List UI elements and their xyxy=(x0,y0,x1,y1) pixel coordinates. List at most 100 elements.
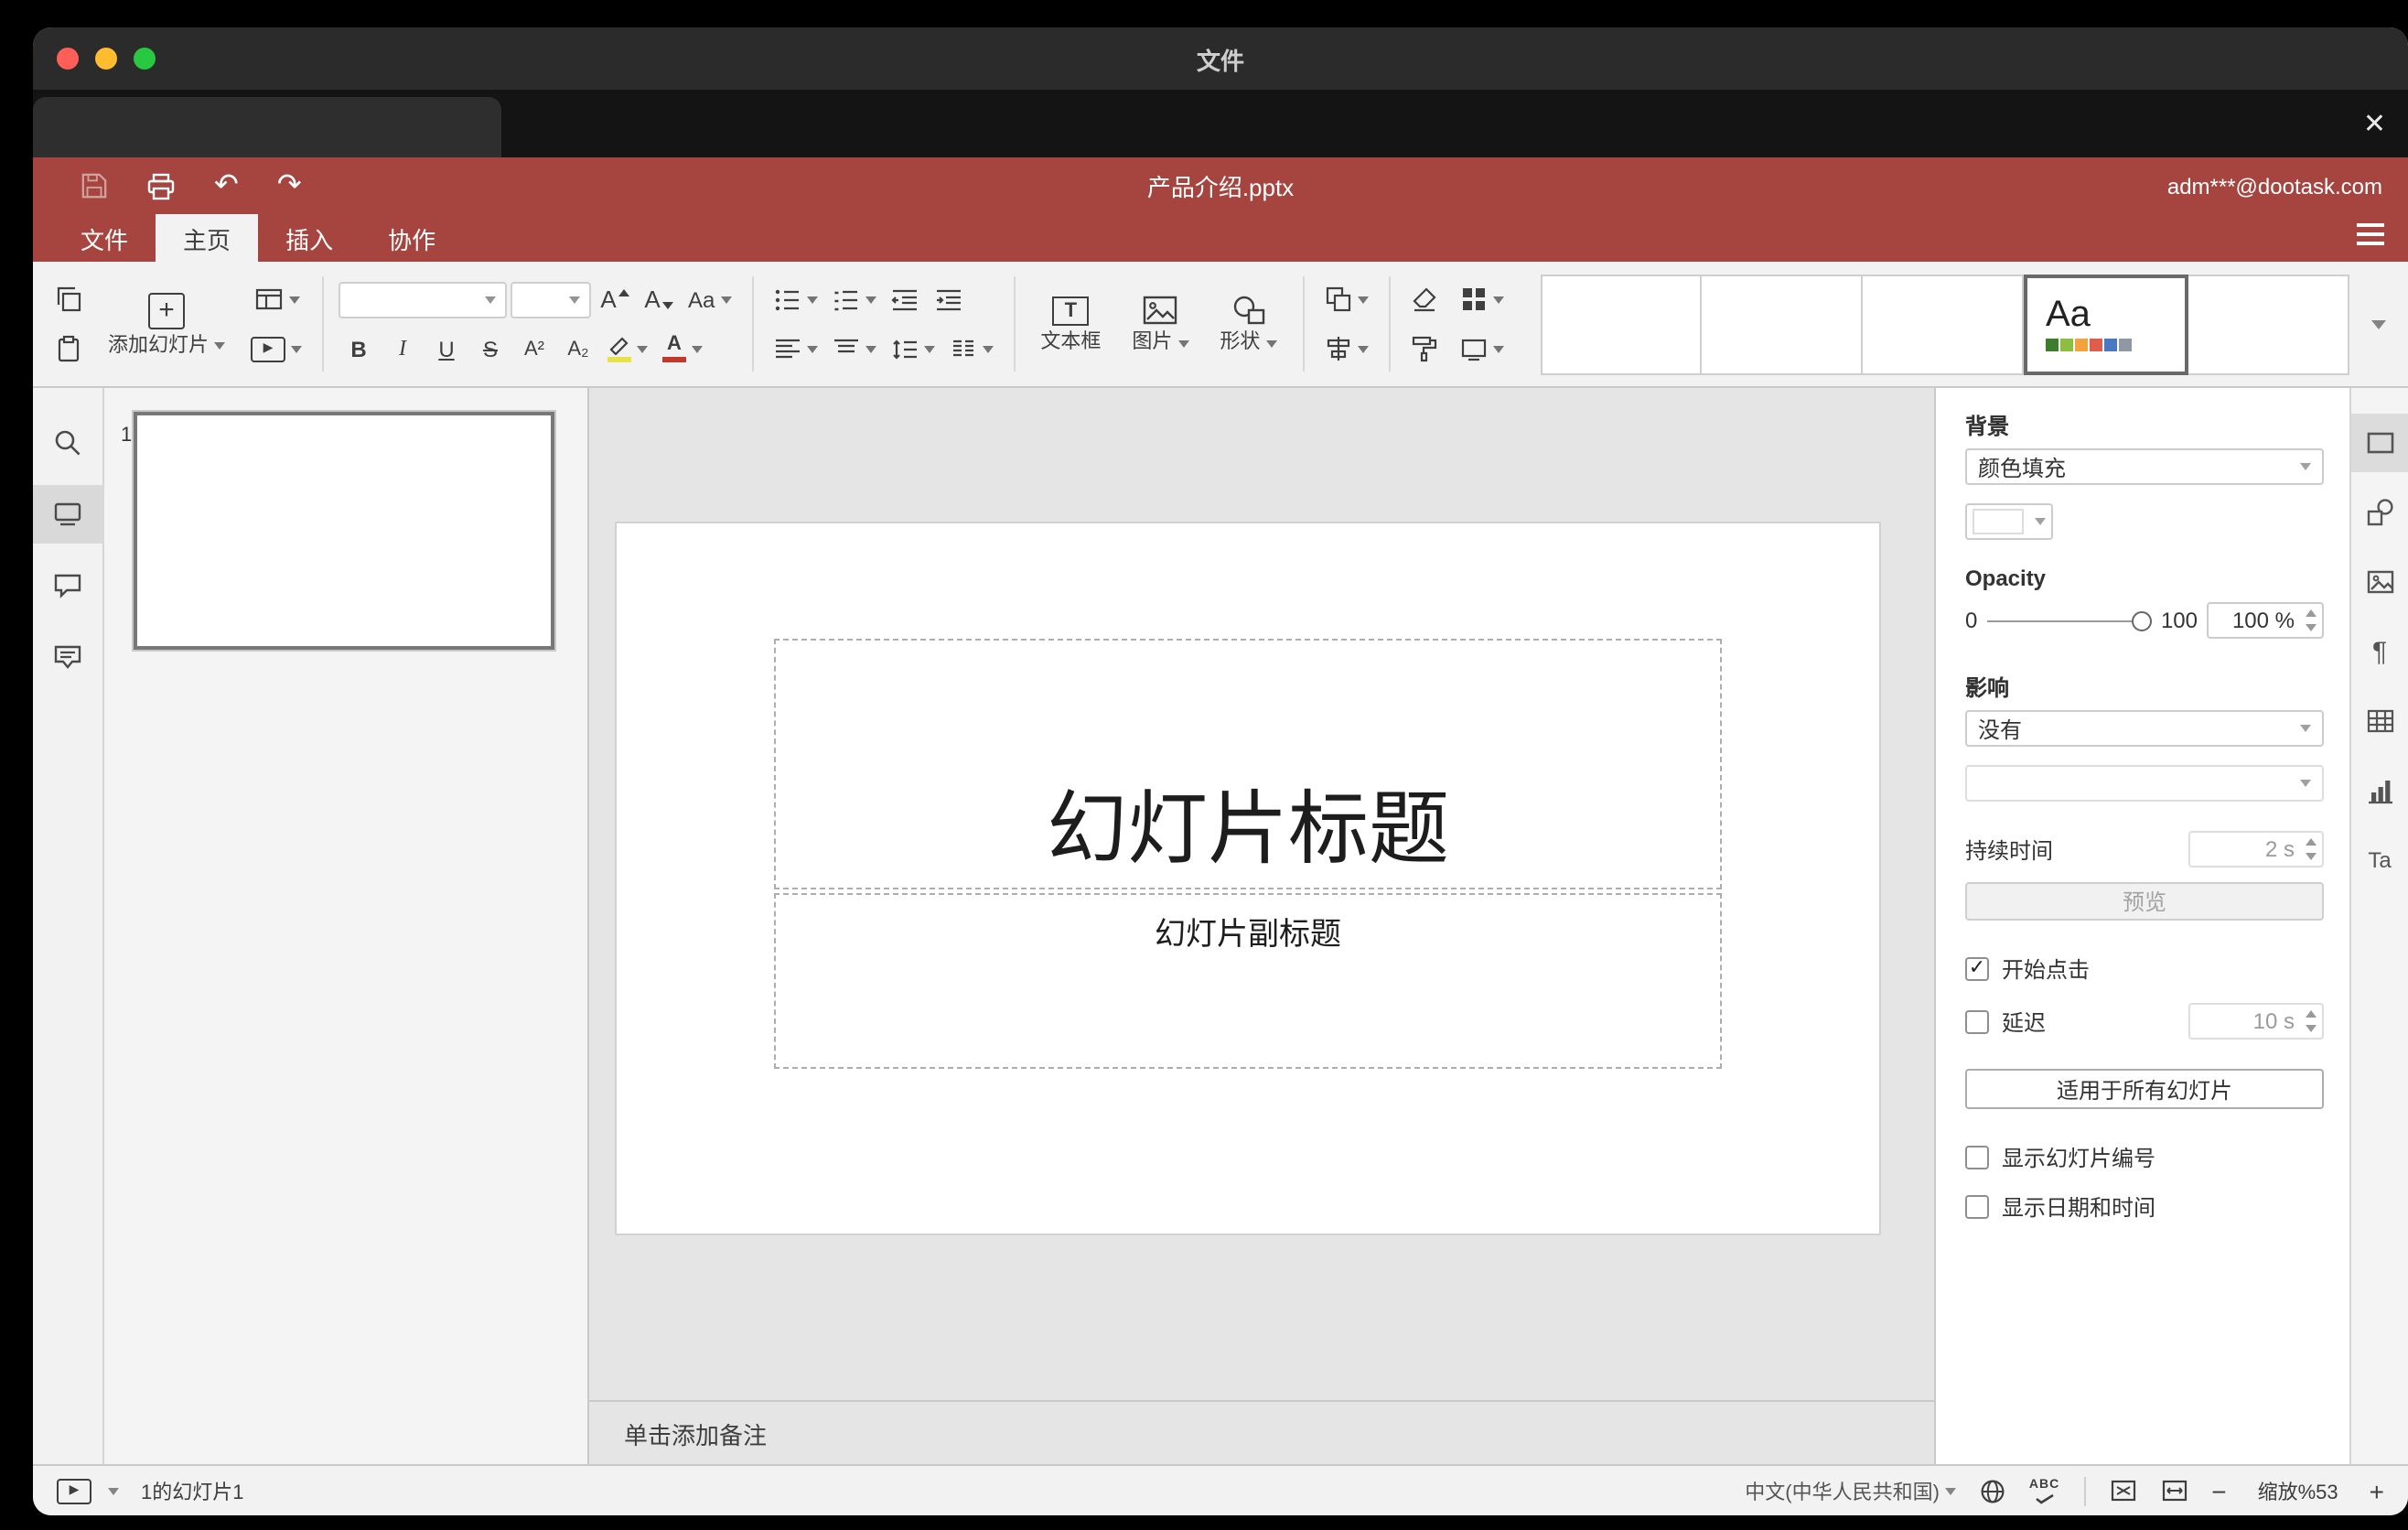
close-window-button[interactable] xyxy=(57,48,79,70)
arrange-button[interactable] xyxy=(1318,279,1373,319)
paste-button[interactable] xyxy=(48,329,88,369)
subtitle-placeholder[interactable]: 幻灯片副标题 xyxy=(774,893,1722,1069)
comments-panel-button[interactable] xyxy=(33,556,103,615)
image-settings-tab[interactable] xyxy=(2350,553,2408,611)
slider-knob[interactable] xyxy=(2131,611,2152,631)
background-fill-select[interactable]: 颜色填充 xyxy=(1965,448,2324,485)
columns-button[interactable] xyxy=(943,329,998,369)
align-shapes-button[interactable] xyxy=(1318,329,1373,369)
show-date-checkbox[interactable]: 显示日期和时间 xyxy=(1965,1191,2324,1223)
checkbox-unchecked[interactable] xyxy=(1965,1195,1989,1219)
print-button[interactable] xyxy=(146,171,176,200)
save-button[interactable] xyxy=(81,172,108,199)
menu-icon[interactable] xyxy=(2357,223,2384,245)
fit-slide-button[interactable] xyxy=(2109,1479,2136,1503)
slide-layout-button[interactable] xyxy=(245,279,307,319)
tab-file[interactable]: 文件 xyxy=(53,214,156,262)
slideshow-start-button[interactable]: ▶ xyxy=(57,1478,91,1503)
start-slideshow-button[interactable]: ▶ xyxy=(245,329,307,369)
increase-indent-button[interactable] xyxy=(929,279,969,319)
theme-option[interactable] xyxy=(1702,274,1863,374)
effect-variant-select[interactable] xyxy=(1965,765,2324,802)
checkbox-checked[interactable]: ✓ xyxy=(1965,957,1989,981)
slide-canvas[interactable]: 幻灯片标题 幻灯片副标题 xyxy=(617,523,1879,1234)
insert-textbox-button[interactable]: T 文本框 xyxy=(1029,271,1112,377)
tab-home[interactable]: 主页 xyxy=(156,214,259,262)
bullets-button[interactable] xyxy=(768,279,822,319)
language-selector[interactable]: 中文(中华人民共和国) xyxy=(1745,1476,1956,1505)
insert-shape-button[interactable]: 形状 xyxy=(1209,271,1287,377)
tab-collaboration[interactable]: 协作 xyxy=(360,214,463,262)
delay-input[interactable]: 10 s xyxy=(2188,1003,2324,1040)
theme-option-selected[interactable]: Aa xyxy=(2024,274,2188,374)
textart-settings-tab[interactable]: Ta xyxy=(2350,831,2408,889)
horizontal-align-button[interactable] xyxy=(768,329,822,369)
checkbox-unchecked[interactable] xyxy=(1965,1009,1989,1033)
slide-settings-tab[interactable] xyxy=(2350,414,2408,472)
font-color-button[interactable]: A xyxy=(657,329,708,369)
undo-button[interactable]: ↶ xyxy=(214,170,239,200)
subscript-button[interactable]: A₂ xyxy=(558,329,598,369)
fit-width-button[interactable] xyxy=(2160,1479,2188,1503)
slides-panel-button[interactable] xyxy=(33,485,103,544)
font-name-select[interactable] xyxy=(339,281,507,318)
vertical-align-button[interactable] xyxy=(826,329,881,369)
tab-insert[interactable]: 插入 xyxy=(258,214,360,262)
clear-style-button[interactable] xyxy=(1404,279,1445,319)
decrease-font-button[interactable]: A xyxy=(639,279,679,319)
italic-button[interactable]: I xyxy=(382,329,423,369)
theme-option[interactable] xyxy=(2188,274,2349,374)
search-button[interactable] xyxy=(33,414,103,472)
opacity-slider[interactable] xyxy=(1986,608,2152,633)
slide-thumbnail[interactable] xyxy=(134,412,554,650)
shape-settings-tab[interactable] xyxy=(2350,483,2408,542)
add-slide-button[interactable]: + 添加幻灯片 xyxy=(97,271,236,377)
checkbox-unchecked[interactable] xyxy=(1965,1146,1989,1169)
spinner-arrows[interactable] xyxy=(2306,609,2317,631)
chat-panel-button[interactable] xyxy=(33,628,103,686)
underline-button[interactable]: U xyxy=(426,329,467,369)
numbering-button[interactable] xyxy=(826,279,881,319)
apply-to-all-button[interactable]: 适用于所有幻灯片 xyxy=(1965,1069,2324,1109)
gallery-expand-button[interactable] xyxy=(2359,271,2393,377)
bold-button[interactable]: B xyxy=(339,329,379,369)
spinner-arrows[interactable] xyxy=(2306,1010,2317,1032)
zoom-in-button[interactable]: + xyxy=(2370,1476,2384,1505)
delay-checkbox[interactable]: 延迟 xyxy=(1965,1006,2046,1037)
superscript-button[interactable]: A² xyxy=(514,329,554,369)
theme-option[interactable] xyxy=(1541,274,1702,374)
spinner-arrows[interactable] xyxy=(2306,838,2317,860)
slide-size-button[interactable] xyxy=(1454,329,1509,369)
change-case-button[interactable]: Aa xyxy=(683,279,736,319)
paragraph-settings-tab[interactable]: ¶ xyxy=(2350,622,2408,681)
strikethrough-button[interactable]: S xyxy=(470,329,511,369)
table-settings-tab[interactable] xyxy=(2350,692,2408,750)
chart-settings-tab[interactable] xyxy=(2350,761,2408,820)
theme-option[interactable] xyxy=(1863,274,2024,374)
opacity-input[interactable]: 100 % xyxy=(2207,602,2324,639)
spellcheck-button[interactable]: ABC xyxy=(2029,1478,2059,1503)
zoom-out-button[interactable]: − xyxy=(2211,1476,2226,1505)
minimize-window-button[interactable] xyxy=(95,48,117,70)
increase-font-button[interactable]: A xyxy=(595,279,635,319)
close-icon[interactable]: ✕ xyxy=(2363,110,2386,137)
line-spacing-button[interactable] xyxy=(885,329,940,369)
decrease-indent-button[interactable] xyxy=(885,279,925,319)
font-size-select[interactable] xyxy=(511,281,591,318)
redo-button[interactable]: ↷ xyxy=(277,170,302,200)
app-tab[interactable] xyxy=(33,97,501,157)
document-language-button[interactable] xyxy=(1980,1478,2005,1503)
fullscreen-window-button[interactable] xyxy=(134,48,156,70)
copy-button[interactable] xyxy=(48,279,88,319)
preview-button[interactable]: 预览 xyxy=(1965,882,2324,921)
insert-image-button[interactable]: 图片 xyxy=(1121,271,1199,377)
copy-style-button[interactable] xyxy=(1404,329,1445,369)
show-slide-number-checkbox[interactable]: 显示幻灯片编号 xyxy=(1965,1142,2324,1173)
notes-area[interactable]: 单击添加备注 xyxy=(589,1400,1934,1464)
background-color-picker[interactable] xyxy=(1965,503,2053,540)
duration-input[interactable]: 2 s xyxy=(2188,831,2324,867)
highlight-color-button[interactable] xyxy=(602,329,653,369)
start-on-click-checkbox[interactable]: ✓ 开始点击 xyxy=(1965,954,2324,985)
color-scheme-button[interactable] xyxy=(1454,279,1509,319)
effect-select[interactable]: 没有 xyxy=(1965,710,2324,747)
